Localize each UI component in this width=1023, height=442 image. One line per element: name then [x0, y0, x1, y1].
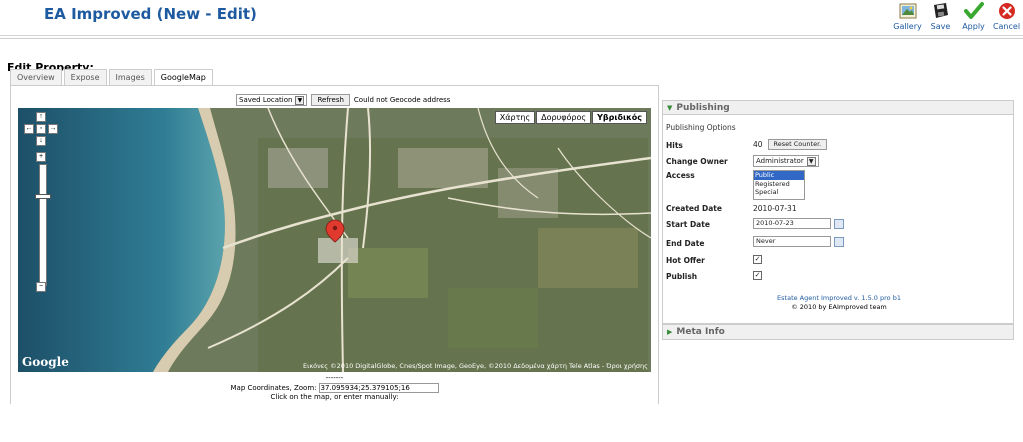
access-list[interactable]: Public Registered Special — [753, 170, 805, 200]
end-date-input[interactable]: Never — [753, 236, 831, 247]
pan-left-icon[interactable]: ← — [24, 124, 34, 134]
coords-input[interactable]: 37.095934;25.379105;16 — [318, 383, 439, 393]
copyright-note: © 2010 by EAImproved team — [791, 303, 887, 311]
tab-googlemap[interactable]: GoogleMap — [153, 69, 213, 86]
refresh-button[interactable]: Refresh — [311, 94, 350, 106]
start-row: 2010-07-23 — [753, 218, 844, 229]
google-map[interactable]: Χάρτης Δορυφόρος Υβριδικός ↑ ← ◦ → ↓ + −… — [18, 108, 651, 372]
map-controls: Saved Location ▼ Refresh Could not Geoco… — [236, 94, 450, 106]
map-type-satellite[interactable]: Δορυφόρος — [536, 111, 592, 124]
triangle-down-icon: ▼ — [667, 104, 673, 112]
hits-label: Hits — [666, 141, 683, 150]
zoom-slider[interactable] — [39, 164, 47, 286]
hot-offer-row: ✓ — [753, 255, 762, 264]
cancel-button[interactable]: Cancel — [990, 0, 1023, 34]
owner-select[interactable]: Administrator ▼ — [753, 155, 819, 167]
cancel-icon — [997, 1, 1017, 21]
publishing-title: Publishing — [676, 103, 730, 113]
chevron-down-icon: ▼ — [295, 95, 305, 105]
publishing-panel: ▼ Publishing Publishing Options Hits 40 R… — [662, 100, 1014, 324]
tab-overview[interactable]: Overview — [10, 69, 62, 85]
click-hint: Click on the map, or enter manually: — [270, 393, 399, 401]
save-icon — [931, 1, 951, 21]
start-date-input[interactable]: 2010-07-23 — [753, 218, 831, 229]
gallery-icon — [898, 1, 918, 21]
pan-right-icon[interactable]: → — [48, 124, 58, 134]
map-coordinates-area: ------- Map Coordinates, Zoom: 37.095934… — [18, 374, 651, 401]
publishing-header[interactable]: ▼ Publishing — [663, 101, 1013, 115]
tab-bar: Overview Expose Images GoogleMap — [10, 69, 215, 86]
geocode-message: Could not Geocode address — [353, 96, 451, 104]
end-label: End Date — [666, 239, 705, 248]
apply-button[interactable]: Apply — [957, 0, 990, 34]
hits-value: 40 — [753, 140, 763, 149]
page-title: EA Improved (New - Edit) — [44, 5, 257, 23]
publishing-options-title: Publishing Options — [666, 123, 736, 132]
apply-icon — [963, 1, 984, 21]
saved-location-value: Saved Location — [239, 96, 293, 104]
saved-location-select[interactable]: Saved Location ▼ — [236, 94, 308, 106]
owner-value: Administrator — [756, 157, 804, 165]
triangle-right-icon: ▶ — [667, 328, 673, 336]
separator-dashes: ------- — [325, 374, 344, 382]
top-bar: EA Improved (New - Edit) Gallery Save Ap… — [0, 0, 1023, 36]
owner-label: Change Owner — [666, 157, 728, 166]
publish-row: ✓ — [753, 271, 762, 280]
created-label: Created Date — [666, 204, 722, 213]
access-label: Access — [666, 171, 695, 180]
version-link[interactable]: Estate Agent Improved v. 1.5.0 pro b1 — [777, 294, 901, 302]
access-option-special[interactable]: Special — [754, 188, 804, 197]
pan-up-icon[interactable]: ↑ — [36, 112, 46, 122]
publishing-body: Publishing Options Hits 40 Reset Counter… — [663, 115, 1013, 323]
gallery-label: Gallery — [893, 22, 922, 31]
access-option-registered[interactable]: Registered — [754, 180, 804, 189]
tab-images[interactable]: Images — [108, 69, 152, 85]
end-row: Never — [753, 236, 844, 247]
toolbar: Gallery Save Apply Cancel — [891, 0, 1023, 34]
map-type-hybrid[interactable]: Υβριδικός — [592, 111, 647, 124]
reset-view-icon[interactable]: ◦ — [36, 124, 46, 134]
access-option-public[interactable]: Public — [754, 171, 804, 180]
hits-row: 40 Reset Counter. — [753, 139, 828, 150]
tab-expose[interactable]: Expose — [63, 69, 107, 85]
google-logo: Google — [22, 355, 69, 369]
zoom-in-icon[interactable]: + — [36, 152, 46, 162]
pan-down-icon[interactable]: ↓ — [36, 136, 46, 146]
meta-info-header[interactable]: ▶ Meta Info — [663, 325, 1013, 339]
apply-label: Apply — [962, 22, 985, 31]
meta-info-title: Meta Info — [676, 327, 725, 337]
hot-offer-checkbox[interactable]: ✓ — [753, 255, 762, 264]
publish-label: Publish — [666, 272, 698, 281]
cancel-label: Cancel — [992, 22, 1021, 31]
map-type-switcher: Χάρτης Δορυφόρος Υβριδικός — [494, 111, 647, 124]
save-label: Save — [930, 22, 951, 31]
calendar-icon[interactable] — [834, 218, 844, 229]
map-copyright: Εικόνες ©2010 DigitalGlobe, Cnes/Spot Im… — [303, 362, 648, 370]
gallery-button[interactable]: Gallery — [891, 0, 924, 34]
satellite-imagery — [18, 108, 651, 372]
save-button[interactable]: Save — [924, 0, 957, 34]
zoom-slider-thumb[interactable] — [35, 194, 51, 199]
meta-info-panel: ▶ Meta Info — [662, 324, 1014, 340]
version-link-wrap: Estate Agent Improved v. 1.5.0 pro b1 — [663, 294, 1015, 302]
owner-row: Administrator ▼ — [753, 155, 819, 167]
hot-offer-label: Hot Offer — [666, 256, 705, 265]
map-type-map[interactable]: Χάρτης — [494, 111, 536, 124]
start-label: Start Date — [666, 220, 710, 229]
coords-label: Map Coordinates, Zoom: — [230, 384, 317, 392]
reset-counter-button[interactable]: Reset Counter. — [767, 139, 828, 150]
zoom-out-icon[interactable]: − — [36, 282, 46, 292]
created-value: 2010-07-31 — [753, 204, 797, 213]
calendar-icon[interactable] — [834, 236, 844, 247]
chevron-down-icon: ▼ — [806, 156, 816, 166]
publish-checkbox[interactable]: ✓ — [753, 271, 762, 280]
access-row: Public Registered Special — [753, 170, 805, 200]
